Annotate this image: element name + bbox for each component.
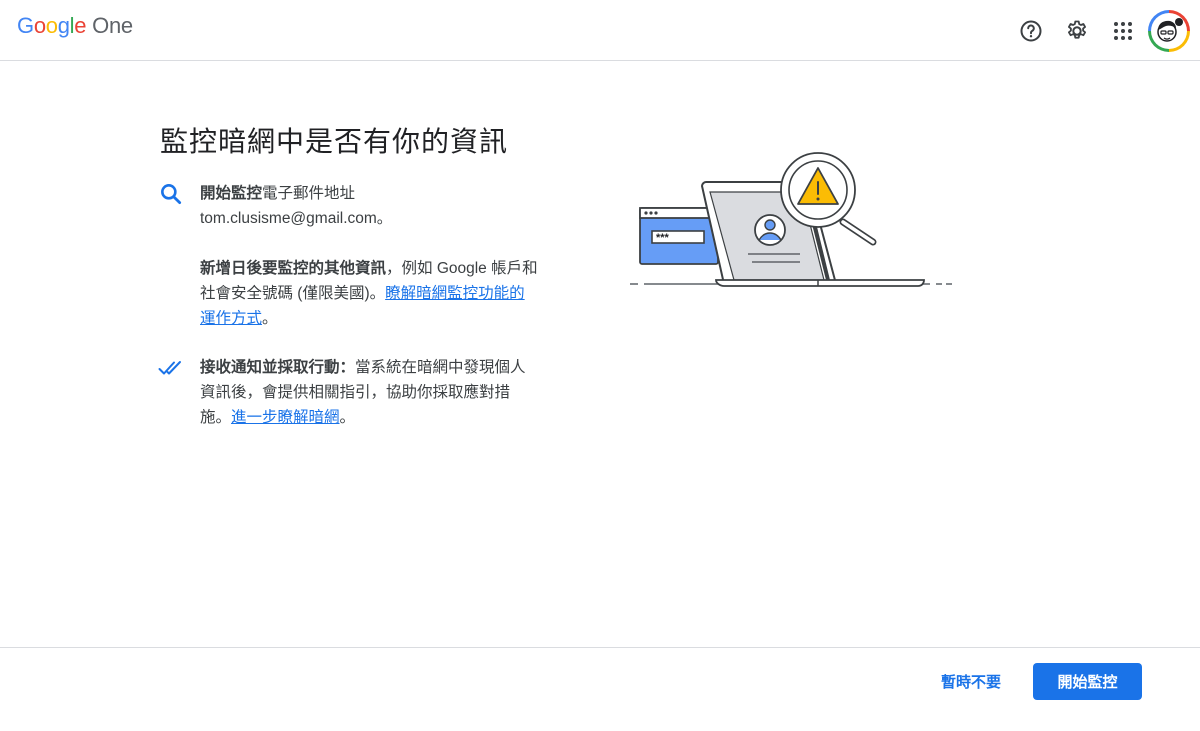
apps-button[interactable] [1100,8,1146,54]
feature-description: 接收通知並採取行動：當系統在暗網中發現個人資訊後，會提供相關指引，協助你採取應對… [200,355,538,430]
settings-gear-icon [1068,20,1086,39]
feature-bold-text: 新增日後要監控的其他資訊 [200,260,387,277]
feature-start-monitoring: 開始監控電子郵件地址 tom.clusisme@gmail.com。 新增日後要監… [158,181,538,331]
feature-description: 開始監控電子郵件地址 tom.clusisme@gmail.com。 新增日後要監… [200,181,538,331]
logo-letter: G [17,13,34,38]
header-actions [1008,0,1200,61]
learn-more-dark-web-link[interactable]: 進一步瞭解暗網 [231,409,340,426]
footer-bar [0,647,1200,731]
page-title: 監控暗網中是否有你的資訊 [160,126,509,157]
account-avatar[interactable] [1148,9,1190,52]
feature-paragraph: 新增日後要監控的其他資訊，例如 Google 帳戶和社會安全號碼 (僅限美國)。… [200,256,538,331]
logo-letter: o [45,13,58,38]
punctuation: 。 [339,409,356,426]
feature-bold-text: 接收通知並採取行動： [200,359,356,376]
logo-letter: e [74,13,87,38]
user-avatar-icon [1157,17,1183,42]
feature-paragraph: 開始監控電子郵件地址 tom.clusisme@gmail.com。 [200,181,538,231]
feature-paragraph: 接收通知並採取行動：當系統在暗網中發現個人資訊後，會提供相關指引，協助你採取應對… [200,355,538,430]
feature-text: 電子郵件地址 [262,185,356,202]
search-icon [161,184,182,205]
google-one-logo[interactable]: Google One [17,13,133,43]
feature-get-notified: 接收通知並採取行動：當系統在暗網中發現個人資訊後，會提供相關指引，協助你採取應對… [158,355,538,430]
punctuation: 。 [376,210,393,227]
apps-grid-icon [1114,21,1132,40]
feature-bold-text: 開始監控 [200,185,263,202]
punctuation: 。 [262,310,278,327]
logo-letter: o [33,13,46,38]
monitored-email: tom.clusisme@gmail.com [200,210,377,227]
help-button[interactable] [1008,8,1054,54]
double-check-icon [158,361,181,375]
start-monitoring-button[interactable]: 開始監控 [1033,663,1142,700]
top-bar: Google One [0,0,1200,61]
laptop-warning-magnifier-illustration: *** [630,152,952,287]
settings-button[interactable] [1054,8,1100,54]
password-mask-text: *** [656,232,670,244]
avatar-image [1151,12,1187,49]
logo-letter: g [57,13,70,38]
logo-product-name: One [92,13,133,38]
not-now-button[interactable]: 暫時不要 [927,663,1015,700]
help-icon [1020,20,1042,41]
